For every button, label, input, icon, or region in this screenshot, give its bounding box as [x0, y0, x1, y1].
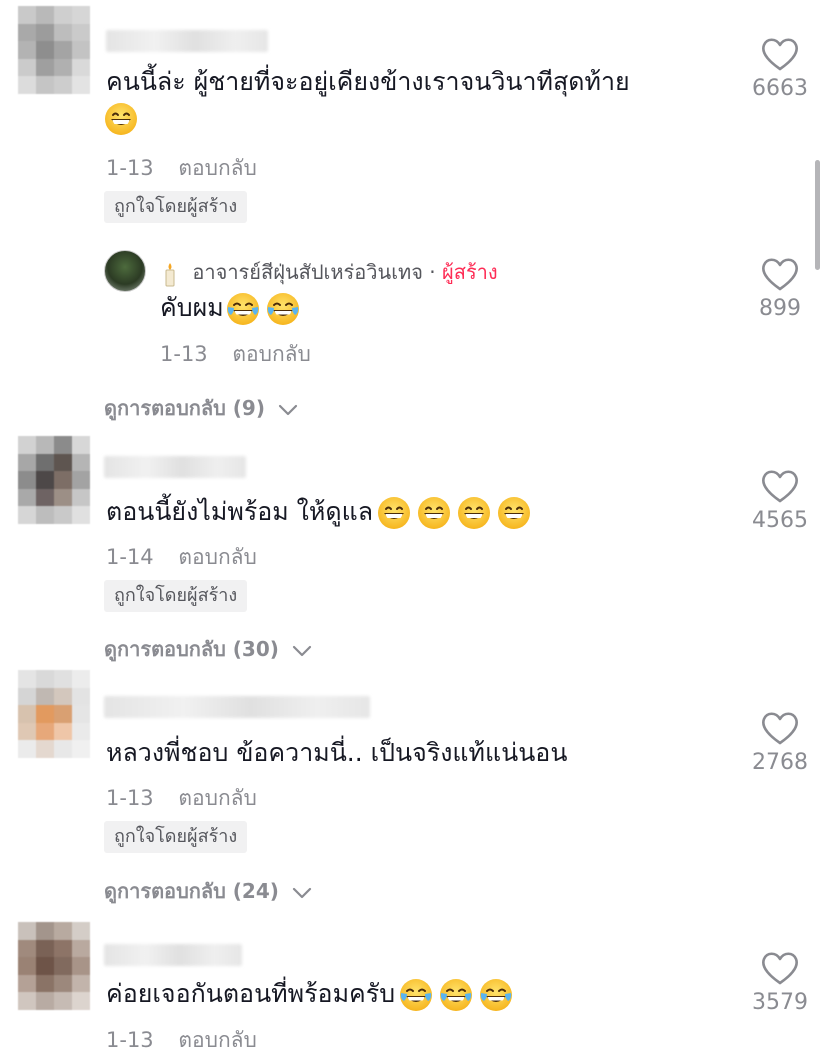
comment-meta: 1-13 ตอบกลับ: [106, 782, 257, 815]
like-count: 3579: [752, 990, 808, 1015]
reply-author-line: อาจารย์สีฝุ่นสัปเหร่อวินเทจ · ผู้สร้าง: [162, 256, 498, 288]
reply-text: คับผม: [160, 288, 300, 328]
tears-of-joy-emoji-icon: [439, 978, 473, 1012]
reply-button[interactable]: ตอบกลับ: [178, 156, 257, 180]
avatar[interactable]: [18, 6, 90, 94]
liked-by-creator-badge: ถูกใจโดยผู้สร้าง: [104, 821, 248, 853]
comment-emoji-line: [104, 102, 138, 148]
creator-avatar[interactable]: [104, 250, 146, 292]
view-replies-button[interactable]: ดูการตอบกลับ (30): [104, 633, 312, 665]
like-button[interactable]: 4565: [740, 468, 820, 533]
like-count: 6663: [752, 76, 808, 101]
comment-text: ตอนนี้ยังไม่พร้อม ให้ดูแล: [106, 492, 531, 532]
heart-icon: [760, 256, 800, 292]
view-replies-button[interactable]: ดูการตอบกลับ (9): [104, 392, 298, 424]
heart-icon: [760, 950, 800, 986]
avatar[interactable]: [18, 670, 90, 758]
reply-date: 1-13: [160, 342, 208, 366]
comment-date: 1-13: [106, 1028, 154, 1052]
grinning-emoji-icon: [417, 496, 451, 530]
username-blurred[interactable]: [104, 456, 246, 478]
liked-by-creator-badge: ถูกใจโดยผู้สร้าง: [104, 580, 248, 612]
avatar[interactable]: [18, 922, 90, 1010]
reply-reply-button[interactable]: ตอบกลับ: [232, 342, 311, 366]
like-button[interactable]: 6663: [740, 36, 820, 101]
comment-date: 1-13: [106, 156, 154, 180]
username-blurred[interactable]: [106, 30, 268, 52]
comment-text-content: ตอนนี้ยังไม่พร้อม ให้ดูแล: [106, 497, 374, 526]
heart-icon: [760, 36, 800, 72]
view-replies-label: ดูการตอบกลับ (24): [104, 879, 279, 903]
heart-icon: [760, 468, 800, 504]
like-button[interactable]: 2768: [740, 710, 820, 775]
username-blurred[interactable]: [104, 944, 242, 966]
comment-text-content: ค่อยเจอกันตอนที่พร้อมครับ: [106, 979, 396, 1008]
chevron-down-icon: [292, 887, 312, 899]
grinning-emoji-icon: [104, 102, 138, 136]
reply-text-content: คับผม: [160, 293, 224, 322]
chevron-down-icon: [292, 645, 312, 657]
reply-button[interactable]: ตอบกลับ: [178, 786, 257, 810]
tears-of-joy-emoji-icon: [479, 978, 513, 1012]
tears-of-joy-emoji-icon: [399, 978, 433, 1012]
reply-button[interactable]: ตอบกลับ: [178, 545, 257, 569]
comment-meta: 1-14 ตอบกลับ: [106, 541, 257, 574]
like-count: 4565: [752, 508, 808, 533]
comment-date: 1-14: [106, 545, 154, 569]
comment-meta: 1-13 ตอบกลับ: [106, 152, 257, 185]
reply-author-name[interactable]: อาจารย์สีฝุ่นสัปเหร่อวินเทจ: [192, 260, 423, 284]
tears-of-joy-emoji-icon: [226, 292, 260, 326]
like-count: 2768: [752, 750, 808, 775]
comment-text: คนนี้ล่ะ ผู้ชายที่จะอยู่เคียงข้างเราจนวิ…: [106, 62, 630, 102]
view-replies-label: ดูการตอบกลับ (30): [104, 637, 279, 661]
comment-text: หลวงพี่ชอบ ข้อความนี่.. เป็นจริงแท้แน่นอ…: [106, 733, 567, 773]
like-button[interactable]: 3579: [740, 950, 820, 1015]
name-separator: ·: [429, 260, 436, 284]
reply-button[interactable]: ตอบกลับ: [178, 1028, 257, 1052]
view-replies-label: ดูการตอบกลับ (9): [104, 396, 265, 420]
grinning-emoji-icon: [377, 496, 411, 530]
view-replies-button[interactable]: ดูการตอบกลับ (24): [104, 875, 312, 907]
reply-like-button[interactable]: 899: [740, 256, 820, 321]
comment-meta: 1-13 ตอบกลับ: [106, 1024, 257, 1057]
chevron-down-icon: [278, 404, 298, 416]
liked-by-creator-badge: ถูกใจโดยผู้สร้าง: [104, 191, 248, 223]
avatar[interactable]: [18, 436, 90, 524]
username-blurred[interactable]: [104, 696, 370, 718]
scrollbar[interactable]: [815, 160, 820, 270]
comment-text-content: หลวงพี่ชอบ ข้อความนี่.. เป็นจริงแท้แน่นอ…: [106, 738, 568, 767]
candle-emoji-icon: [162, 262, 178, 286]
grinning-emoji-icon: [497, 496, 531, 530]
grinning-emoji-icon: [457, 496, 491, 530]
reply-meta: 1-13 ตอบกลับ: [160, 338, 311, 371]
heart-icon: [760, 710, 800, 746]
tears-of-joy-emoji-icon: [266, 292, 300, 326]
creator-badge: ผู้สร้าง: [442, 260, 498, 284]
comment-date: 1-13: [106, 786, 154, 810]
comment-text-content: คนนี้ล่ะ ผู้ชายที่จะอยู่เคียงข้างเราจนวิ…: [106, 67, 630, 96]
comment-text: ค่อยเจอกันตอนที่พร้อมครับ: [106, 974, 513, 1014]
reply-like-count: 899: [759, 296, 801, 321]
